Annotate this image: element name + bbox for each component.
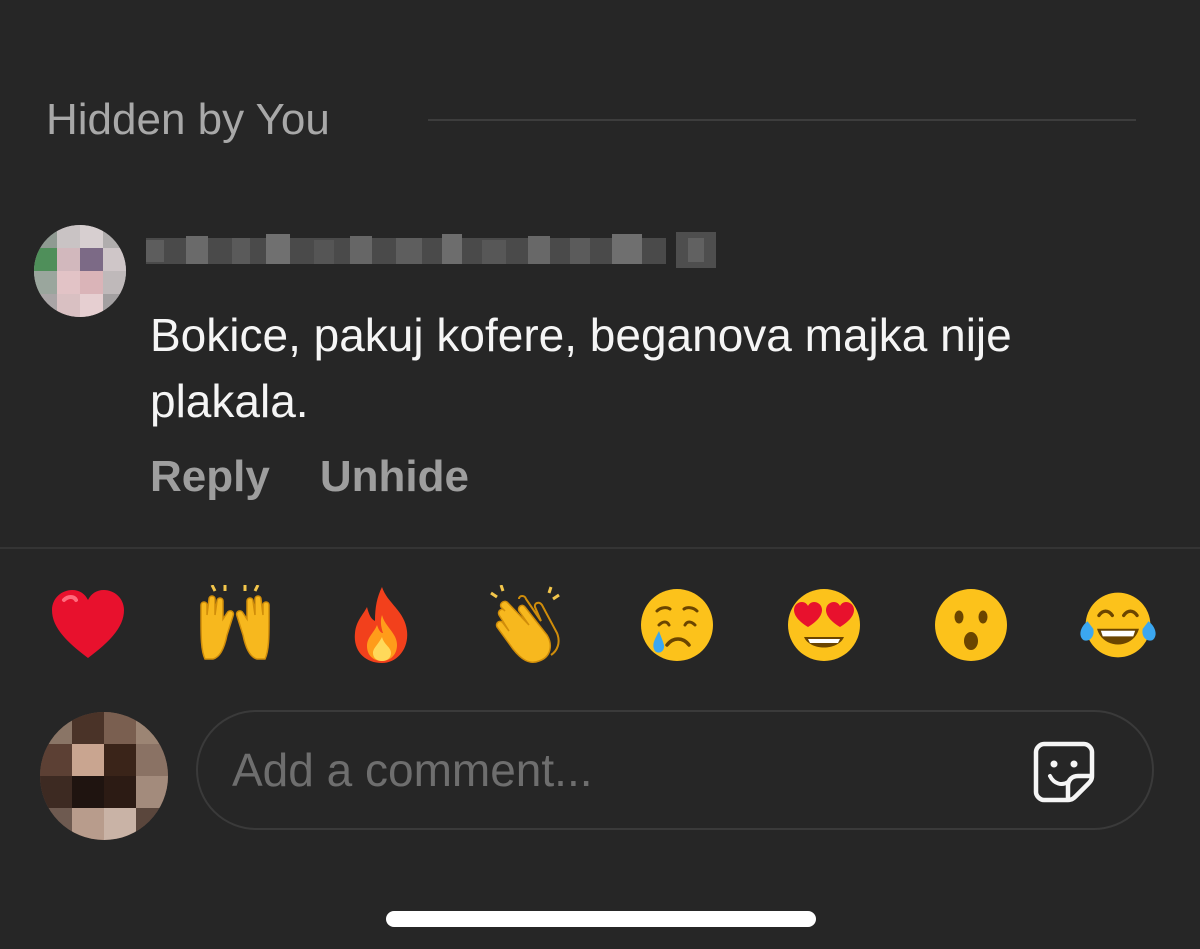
tears-of-joy-icon [1080, 592, 1156, 658]
hidden-section-header: Hidden by You [46, 95, 330, 145]
comment-input[interactable] [230, 742, 994, 798]
blurred-username[interactable] [146, 228, 746, 272]
raising-hands-icon [200, 585, 270, 660]
clapping-hands-icon [490, 585, 561, 663]
comment-actions: Reply Unhide [150, 452, 469, 502]
unhide-button[interactable]: Unhide [320, 452, 469, 502]
heart-eyes-reaction-button[interactable] [784, 585, 864, 665]
pixelated-user-avatar-image [40, 712, 168, 840]
comment-body: Bokice, pakuj kofere, beganova majka nij… [150, 309, 1012, 427]
heart-eyes-icon [787, 589, 860, 661]
tears-of-joy-reaction-button[interactable] [1078, 585, 1158, 665]
commenter-avatar[interactable] [34, 225, 126, 317]
comment-composer [196, 710, 1154, 830]
section-divider-line [428, 119, 1136, 121]
raising-hands-reaction-button[interactable] [195, 585, 275, 665]
fire-icon [355, 587, 408, 663]
heart-reaction-button[interactable] [48, 585, 128, 665]
sticker-icon [1033, 741, 1095, 803]
home-indicator[interactable] [386, 911, 816, 927]
surprised-face-reaction-button[interactable] [931, 585, 1011, 665]
crying-face-reaction-button[interactable] [637, 585, 717, 665]
composer-divider [0, 547, 1200, 549]
quick-reaction-bar [48, 585, 1158, 665]
heart-icon [52, 590, 124, 658]
comments-sheet: ‍ Hidden by You [0, 0, 1200, 949]
sticker-button[interactable] [1032, 740, 1096, 804]
pixelated-avatar-image [34, 225, 126, 317]
crying-face-icon [640, 589, 713, 661]
surprised-face-icon [934, 589, 1007, 661]
reply-button[interactable]: Reply [150, 452, 270, 502]
fire-reaction-button[interactable] [342, 585, 422, 665]
hidden-section-title: Hidden by You [46, 95, 330, 144]
current-user-avatar[interactable] [40, 712, 168, 840]
clapping-hands-reaction-button[interactable] [489, 585, 569, 665]
